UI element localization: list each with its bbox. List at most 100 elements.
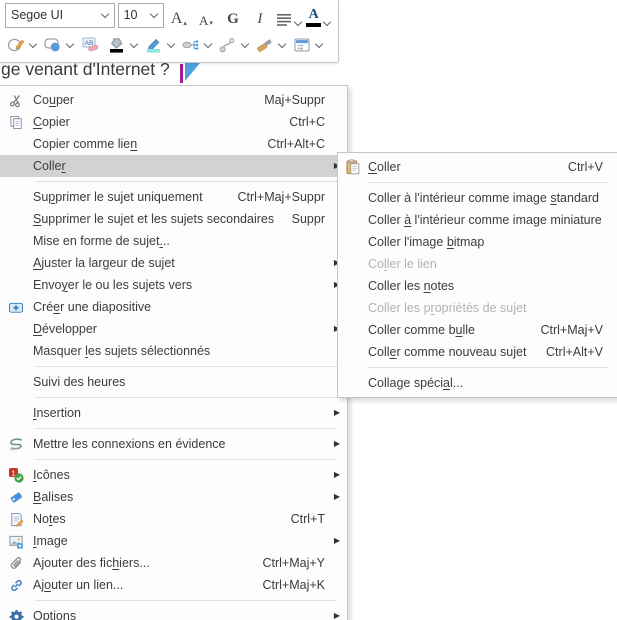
font-size-value: 10 [124, 8, 138, 22]
shortcut-label: Ctrl+Maj+V [540, 323, 617, 337]
font-family-select[interactable]: Segoe UI [5, 3, 115, 28]
menu-item-mise-en-forme-de-sujet[interactable]: Mise en forme de sujet... [0, 230, 347, 252]
bold-icon: G [227, 12, 239, 27]
menu-item-notes[interactable]: NotesCtrl+T [0, 508, 347, 530]
menu-item-supprimer-le-sujet-uniquement[interactable]: Supprimer le sujet uniquementCtrl+Maj+Su… [0, 186, 347, 208]
boundary-pen-button[interactable] [5, 33, 39, 57]
font-color-button[interactable]: A [305, 3, 332, 27]
clipboard-icon [338, 159, 368, 175]
branch-style-button[interactable] [180, 33, 214, 57]
format-painter-button[interactable] [254, 33, 288, 57]
font-size-select[interactable]: 10 [118, 3, 164, 28]
menu-item-label: Icônes [33, 468, 70, 482]
menu-item-label: Suivi des heures [33, 375, 125, 389]
shape-fill-icon [44, 37, 62, 53]
menu-separator [35, 459, 337, 460]
menu-item-insertion[interactable]: Insertion▶ [0, 402, 347, 424]
menu-item-suivi-des-heures[interactable]: Suivi des heures [0, 371, 347, 393]
chevron-down-icon [167, 40, 175, 48]
menu-separator [368, 182, 609, 183]
icon-markers-icon: 1 [0, 467, 33, 483]
menu-item-coller-a-l-interieur-comme-image-miniature[interactable]: Coller à l'intérieur comme image miniatu… [338, 209, 617, 231]
menu-item-label: Coller comme bulle [368, 323, 475, 337]
menu-item-label: Mettre les connexions en évidence [33, 437, 225, 451]
shortcut-label: Ctrl+Alt+V [546, 345, 617, 359]
italic-icon: I [257, 12, 262, 27]
shortcut-label: Ctrl+Maj+Y [262, 556, 347, 570]
menu-item-label: Coller [33, 159, 66, 173]
menu-separator [35, 428, 337, 429]
notes-icon [0, 512, 33, 527]
menu-item-coller-les-proprietes-de-sujet: Coller les propriétés de sujet [338, 297, 617, 319]
menu-item-ajuster-la-largeur-de-sujet[interactable]: Ajuster la largeur de sujet▶ [0, 252, 347, 274]
menu-item-coller-a-l-interieur-comme-image-standard[interactable]: Coller à l'intérieur comme image standar… [338, 187, 617, 209]
menu-item-coller-l-image-bitmap[interactable]: Coller l'image bitmap [338, 231, 617, 253]
panel-layout-button[interactable] [291, 33, 325, 57]
menu-item-label: Balises [33, 490, 73, 504]
font-family-value: Segoe UI [11, 8, 63, 22]
chevron-down-icon [241, 40, 249, 48]
app-canvas: ge venant d'Internet ? Segoe UI 10 A ▴ A… [0, 0, 617, 620]
menu-item-copier-comme-lien[interactable]: Copier comme lienCtrl+Alt+C [0, 133, 347, 155]
menu-item-label: Options [33, 609, 76, 620]
submenu-arrow-icon: ▶ [334, 471, 340, 479]
menu-item-mettre-les-connexions-en-evidence[interactable]: Mettre les connexions en évidence▶ [0, 433, 347, 455]
shape-fill-button[interactable] [42, 33, 76, 57]
shortcut-label: Maj+Suppr [264, 93, 347, 107]
menu-separator [368, 367, 609, 368]
menu-item-label: Coller [368, 160, 401, 174]
fill-color-button[interactable] [106, 33, 140, 57]
menu-item-coller[interactable]: Coller Ctrl+V [338, 156, 617, 178]
menu-separator [35, 366, 337, 367]
menu-item-label: Coller l'image bitmap [368, 235, 484, 249]
chevron-down-icon [204, 40, 212, 48]
text-caret [180, 64, 183, 83]
menu-item-envoyer-le-ou-les-sujets-vers[interactable]: Envoyer le ou les sujets vers▶ [0, 274, 347, 296]
shortcut-label: Ctrl+C [289, 115, 347, 129]
menu-item-developper[interactable]: Développer▶ [0, 318, 347, 340]
menu-item-label: Développer [33, 322, 97, 336]
menu-item-ajouter-un-lien[interactable]: Ajouter un lien...Ctrl+Maj+K [0, 574, 347, 596]
menu-item-coller-comme-bulle[interactable]: Coller comme bulle Ctrl+Maj+V [338, 319, 617, 341]
menu-item-copier[interactable]: Copier Ctrl+C [0, 111, 347, 133]
shortcut-label: Ctrl+V [568, 160, 617, 174]
menu-item-image[interactable]: Image▶ [0, 530, 347, 552]
menu-item-options[interactable]: Options ▶ [0, 605, 347, 620]
format-painter-icon [256, 37, 274, 53]
menu-item-label: Supprimer le sujet uniquement [33, 190, 203, 204]
shrink-font-icon: A [199, 14, 208, 27]
relationship-button[interactable] [217, 33, 251, 57]
menu-item-coller-comme-nouveau-sujet[interactable]: Coller comme nouveau sujetCtrl+Alt+V [338, 341, 617, 363]
italic-button[interactable]: I [248, 3, 272, 27]
bold-button[interactable]: G [221, 3, 245, 27]
toolbar-row-2: AB [0, 32, 338, 62]
submenu-arrow-icon: ▶ [334, 409, 340, 417]
menu-item-balises[interactable]: Balises▶ [0, 486, 347, 508]
menu-item-creer-une-diapositive[interactable]: Créer une diapositive [0, 296, 347, 318]
shortcut-label: Ctrl+Alt+C [267, 137, 347, 151]
submenu-arrow-icon: ▶ [334, 537, 340, 545]
menu-item-label: Coller à l'intérieur comme image miniatu… [368, 213, 602, 227]
highlight-color-button[interactable] [143, 33, 177, 57]
clear-format-button[interactable]: AB [79, 33, 103, 57]
menu-item-label: Coller à l'intérieur comme image standar… [368, 191, 599, 205]
menu-item-coller[interactable]: Coller▶ [0, 155, 347, 177]
menu-item-coller-les-notes[interactable]: Coller les notes [338, 275, 617, 297]
menu-item-supprimer-le-sujet-et-les-sujets-secondaires[interactable]: Supprimer le sujet et les sujets seconda… [0, 208, 347, 230]
submenu-arrow-icon: ▶ [334, 612, 340, 620]
menu-item-ajouter-des-fichiers[interactable]: Ajouter des fichiers...Ctrl+Maj+Y [0, 552, 347, 574]
menu-item-couper[interactable]: CouperMaj+Suppr [0, 89, 347, 111]
menu-item-icones[interactable]: 1Icônes ▶ [0, 464, 347, 486]
shrink-font-button[interactable]: A ▾ [194, 3, 218, 27]
chevron-down-icon [278, 40, 286, 48]
menu-item-masquer-les-sujets-selectionnes[interactable]: Masquer les sujets sélectionnés [0, 340, 347, 362]
menu-item-label: Copier [33, 115, 70, 129]
branch-style-icon [182, 37, 200, 53]
grow-font-button[interactable]: A ▴ [167, 3, 191, 27]
context-menu: CouperMaj+Suppr Copier Ctrl+C Copier comme … [0, 85, 348, 620]
menu-item-label: Créer une diapositive [33, 300, 151, 314]
copy-icon [0, 115, 33, 130]
text-align-button[interactable] [275, 3, 303, 27]
image-icon [0, 534, 33, 549]
menu-item-collage-special[interactable]: Collage spécial... [338, 372, 617, 394]
